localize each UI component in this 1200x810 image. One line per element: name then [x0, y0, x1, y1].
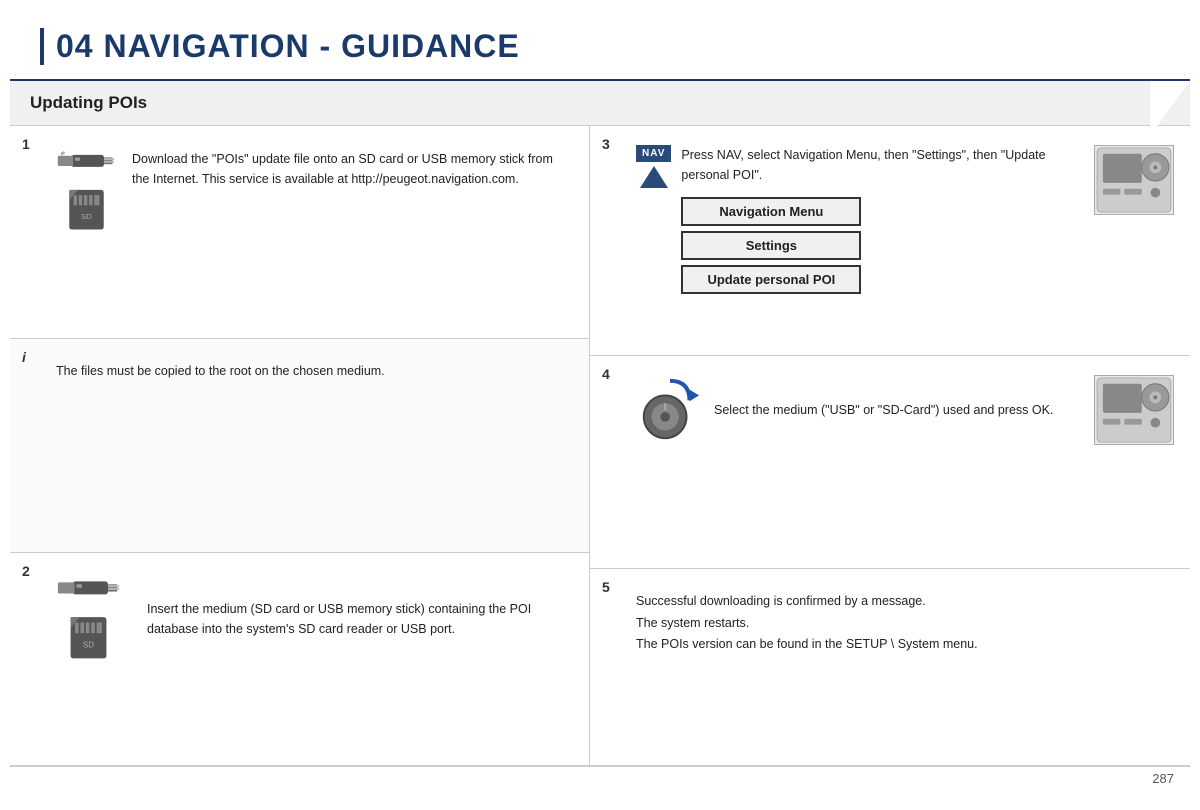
page-header: 04 NAVIGATION - GUIDANCE	[10, 10, 1190, 81]
page-footer: 287	[10, 766, 1190, 790]
step-5-box: 5 Successful downloading is confirmed by…	[590, 569, 1190, 766]
step-1-box: 1	[10, 126, 589, 339]
step-1-number: 1	[22, 136, 30, 152]
head-unit-icon-3	[1095, 146, 1173, 214]
usb-stick-icon-2	[56, 572, 121, 602]
step-5-text-2: The system restarts.	[636, 613, 1174, 634]
nav-arrow-area: NAV	[636, 145, 671, 188]
nav-label: NAV	[636, 145, 671, 162]
settings-button[interactable]: Settings	[681, 231, 861, 260]
svg-text:SD: SD	[83, 640, 94, 649]
dial-icon	[636, 376, 704, 444]
page-number: 287	[1152, 771, 1174, 786]
step-2-text: Insert the medium (SD card or USB memory…	[147, 599, 573, 639]
sd-card-icon-2: SD	[66, 610, 111, 662]
head-unit-icon-4	[1095, 376, 1173, 444]
step-5-number: 5	[602, 579, 610, 595]
step-3-number: 3	[602, 136, 610, 152]
sd-card-icon: SD	[64, 183, 109, 233]
step-3-text: Press NAV, select Navigation Menu, then …	[681, 145, 1084, 185]
info-symbol: i	[22, 349, 26, 365]
usb-stick-icon	[56, 145, 116, 175]
step-1-icons: SD	[56, 145, 116, 233]
step-4-box: 4 Select the medium ("USB" or "SD-Card")…	[590, 356, 1190, 569]
device-thumbnail-4	[1094, 375, 1174, 445]
step-1-content: SD Download the "POIs" update file onto …	[26, 140, 573, 233]
sub-header: Updating POIs	[10, 81, 1190, 126]
main-content: 1	[10, 126, 1190, 766]
step-2-box: 2	[10, 553, 589, 766]
right-column: 3 NAV Press NAV, select Navigation Menu,…	[590, 126, 1190, 766]
step-4-content: Select the medium ("USB" or "SD-Card") u…	[606, 370, 1174, 445]
page-title: 04 NAVIGATION - GUIDANCE	[40, 28, 1160, 65]
step-1-text: Download the "POIs" update file onto an …	[132, 149, 573, 189]
step-2-number: 2	[22, 563, 30, 579]
step-4-number: 4	[602, 366, 610, 382]
step-5-text-3: The POIs version can be found in the SET…	[636, 634, 1174, 655]
step-2-content: SD Insert the medium (SD card or USB mem…	[26, 567, 573, 662]
nav-menu-button[interactable]: Navigation Menu	[681, 197, 861, 226]
nav-arrow-icon	[640, 166, 668, 188]
step-5-content: Successful downloading is confirmed by a…	[606, 583, 1174, 655]
section-title: Updating POIs	[30, 93, 1170, 113]
device-thumbnail-3	[1094, 145, 1174, 215]
nav-button-group: Navigation Menu Settings Update personal…	[681, 197, 1084, 294]
step-3-middle: Press NAV, select Navigation Menu, then …	[681, 145, 1084, 294]
step-3-content: NAV Press NAV, select Navigation Menu, t…	[606, 140, 1174, 294]
step-2-icons: SD	[56, 572, 121, 662]
info-text: The files must be copied to the root on …	[26, 353, 573, 381]
update-poi-button[interactable]: Update personal POI	[681, 265, 861, 294]
step-3-box: 3 NAV Press NAV, select Navigation Menu,…	[590, 126, 1190, 356]
left-column: 1	[10, 126, 590, 766]
info-box: i The files must be copied to the root o…	[10, 339, 589, 552]
step-5-text-1: Successful downloading is confirmed by a…	[636, 591, 1174, 612]
svg-text:SD: SD	[81, 212, 92, 221]
step-4-text: Select the medium ("USB" or "SD-Card") u…	[714, 400, 1084, 420]
